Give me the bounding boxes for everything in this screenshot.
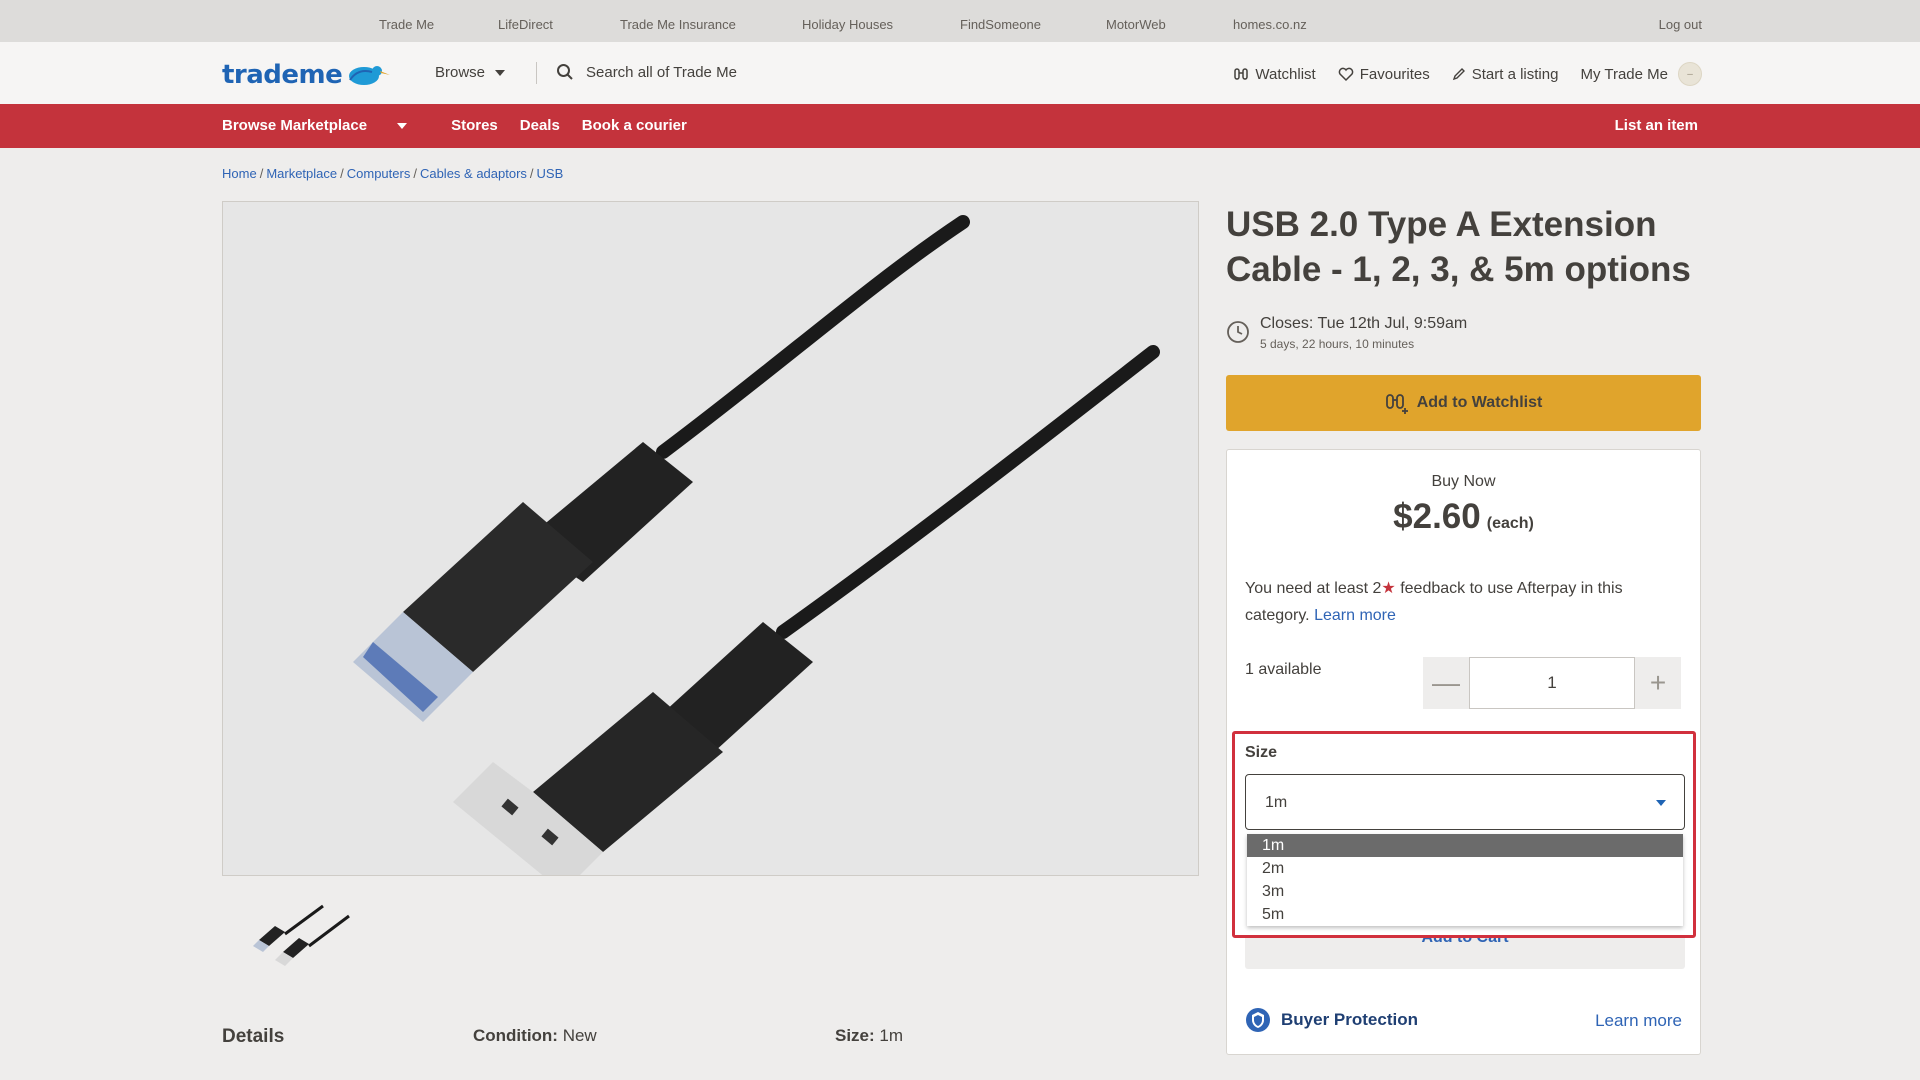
size-label: Size — [1245, 744, 1278, 761]
favourites-label: Favourites — [1359, 65, 1430, 83]
size-option-3m[interactable]: 3m — [1247, 880, 1683, 903]
utility-link-holiday-houses[interactable]: Holiday Houses — [802, 17, 893, 32]
main-nav: Browse Marketplace Stores Deals Book a c… — [0, 104, 1920, 148]
buyer-protection: Buyer Protection — [1245, 1007, 1418, 1033]
my-trademe-label: My Trade Me — [1580, 65, 1668, 83]
breadcrumb-usb[interactable]: USB — [537, 166, 564, 181]
usb-cable-thumbnail — [253, 904, 350, 966]
divider — [536, 62, 537, 84]
closes-time: Closes: Tue 12th Jul, 9:59am — [1260, 315, 1468, 332]
condition-row: Condition: New — [473, 1026, 597, 1046]
price: $2.60 (each) — [1227, 497, 1700, 537]
header-nav: Watchlist Favourites Start a listing My … — [1211, 62, 1702, 86]
usb-cable-image — [353, 215, 1160, 892]
utility-link-motorweb[interactable]: MotorWeb — [1106, 17, 1166, 32]
nav-book-courier[interactable]: Book a courier — [582, 117, 687, 134]
utility-link-insurance[interactable]: Trade Me Insurance — [620, 17, 736, 32]
thumbnail-photo[interactable] — [245, 900, 355, 980]
chevron-down-icon — [1656, 800, 1666, 806]
start-listing-link[interactable]: Start a listing — [1452, 65, 1559, 83]
afterpay-learn-more-link[interactable]: Learn more — [1314, 607, 1396, 624]
closing-info: Closes: Tue 12th Jul, 9:59am 5 days, 22 … — [1226, 315, 1467, 351]
browse-dropdown[interactable]: Browse — [435, 64, 506, 81]
size-detail-label: Size: — [835, 1026, 875, 1045]
breadcrumb: Home / Marketplace / Computers / Cables & adap… — [222, 166, 564, 181]
avatar[interactable]: – — [1678, 62, 1702, 86]
size-option-2m[interactable]: 2m — [1247, 857, 1683, 880]
buyer-protection-learn-more-link[interactable]: Learn more — [1595, 1011, 1682, 1031]
logout-link[interactable]: Log out — [1659, 17, 1702, 32]
search-icon — [557, 64, 573, 80]
browse-marketplace-menu[interactable]: Browse Marketplace — [222, 117, 429, 134]
shield-icon — [1246, 1008, 1270, 1032]
afterpay-notice: You need at least 2★ feedback to use Aft… — [1245, 575, 1685, 629]
quantity-stepper: — 1 + — [1423, 657, 1681, 709]
list-item-link[interactable]: List an item — [1615, 117, 1698, 134]
size-row: Size: 1m — [835, 1026, 903, 1046]
utility-link-homes[interactable]: homes.co.nz — [1233, 17, 1307, 32]
watchlist-link[interactable]: Watchlist — [1233, 65, 1316, 83]
browse-label: Browse — [435, 64, 486, 81]
binoculars-icon — [1234, 68, 1249, 80]
price-amount: $2.60 — [1393, 497, 1481, 536]
start-listing-label: Start a listing — [1471, 65, 1559, 83]
condition-value: New — [562, 1026, 597, 1045]
my-trademe-link[interactable]: My Trade Me – — [1580, 62, 1702, 86]
size-detail-value: 1m — [879, 1026, 904, 1045]
add-to-watchlist-button[interactable]: Add to Watchlist — [1226, 375, 1701, 431]
nav-stores[interactable]: Stores — [451, 117, 498, 134]
star-icon: ★ — [1381, 580, 1396, 597]
details-title: Details — [222, 1026, 285, 1047]
search-input[interactable]: Search all of Trade Me — [556, 63, 737, 81]
size-select[interactable]: 1m — [1245, 774, 1685, 830]
breadcrumb-marketplace[interactable]: Marketplace — [266, 166, 337, 181]
increase-quantity-button[interactable]: + — [1635, 657, 1681, 709]
listing-title: USB 2.0 Type A Extension Cable - 1, 2, 3… — [1226, 205, 1691, 289]
favourites-link[interactable]: Favourites — [1338, 66, 1430, 83]
utility-link-trademe[interactable]: Trade Me — [379, 17, 434, 32]
size-options-list: 1m 2m 3m 5m — [1247, 834, 1683, 926]
chevron-down-icon — [495, 69, 506, 76]
chevron-down-icon — [397, 122, 408, 129]
browse-marketplace-label: Browse Marketplace — [222, 117, 368, 134]
condition-label: Condition: — [473, 1026, 558, 1045]
utility-link-findsomeone[interactable]: FindSomeone — [960, 17, 1041, 32]
size-option-1m[interactable]: 1m — [1247, 834, 1683, 857]
logo-text: trademe — [222, 60, 343, 90]
breadcrumb-computers[interactable]: Computers — [347, 166, 411, 181]
breadcrumb-home[interactable]: Home — [222, 166, 257, 181]
utility-bar: Trade Me LifeDirect Trade Me Insurance H… — [0, 0, 1920, 42]
kiwi-icon — [349, 66, 391, 85]
afterpay-text: You need at least 2 — [1245, 580, 1382, 597]
available-count: 1 available — [1245, 661, 1322, 678]
watchlist-label: Watchlist — [1255, 65, 1316, 83]
price-unit: (each) — [1486, 515, 1534, 532]
quantity-input[interactable]: 1 — [1469, 657, 1635, 709]
buyer-protection-label: Buyer Protection — [1281, 1010, 1418, 1029]
binoculars-plus-icon — [1385, 394, 1408, 414]
decrease-quantity-button[interactable]: — — [1423, 657, 1469, 709]
size-selector-highlight: Size 1m 1m 2m 3m 5m — [1232, 731, 1696, 938]
site-header: trademe Browse Search all of Trade Me Wa… — [0, 42, 1920, 104]
size-option-5m[interactable]: 5m — [1247, 903, 1683, 926]
utility-link-lifedirect[interactable]: LifeDirect — [498, 17, 553, 32]
trademe-logo[interactable]: trademe — [222, 60, 391, 90]
size-select-value: 1m — [1265, 794, 1288, 811]
search-placeholder: Search all of Trade Me — [586, 63, 737, 81]
breadcrumb-cables[interactable]: Cables & adaptors — [420, 166, 527, 181]
pencil-icon — [1452, 68, 1465, 81]
add-to-watchlist-label: Add to Watchlist — [1416, 394, 1543, 411]
buy-now-label: Buy Now — [1431, 473, 1496, 490]
time-remaining: 5 days, 22 hours, 10 minutes — [1260, 337, 1415, 351]
heart-icon — [1338, 67, 1354, 82]
main-product-photo[interactable] — [222, 201, 1199, 892]
clock-icon — [1227, 321, 1249, 343]
nav-deals[interactable]: Deals — [520, 117, 560, 134]
